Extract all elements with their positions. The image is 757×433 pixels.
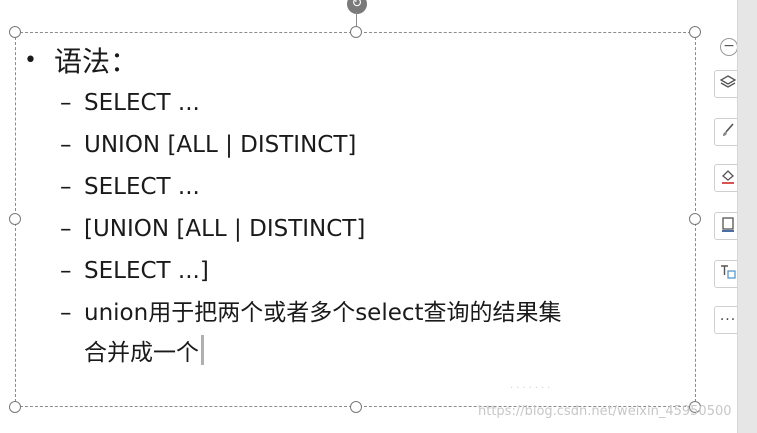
more-icon: ··· — [719, 312, 737, 328]
dash-icon: – — [60, 258, 72, 284]
resize-handle-top-center[interactable] — [350, 26, 362, 38]
brush-icon — [719, 121, 737, 143]
bullet-icon: • — [24, 47, 37, 73]
resize-handle-bottom-left[interactable] — [9, 401, 21, 413]
list-item-text: [UNION [ALL | DISTINCT] — [84, 216, 366, 242]
resize-handle-middle-left[interactable] — [9, 213, 21, 225]
dash-icon: – — [60, 300, 72, 326]
border-icon — [719, 215, 737, 237]
dash-icon: – — [60, 132, 72, 158]
list-item: – UNION [ALL | DISTINCT] — [24, 124, 684, 166]
resize-handle-top-right[interactable] — [689, 26, 701, 38]
dash-icon: – — [60, 90, 72, 116]
sub-list: – SELECT ... – UNION [ALL | DISTINCT] – … — [24, 82, 684, 373]
collapse-toolbar-button[interactable]: − — [720, 38, 738, 56]
list-item-text-multiline: union用于把两个或者多个select查询的结果集 合并成一个 — [84, 292, 684, 373]
list-item-text: SELECT ... — [84, 90, 200, 116]
list-item-text: SELECT ...] — [84, 258, 209, 284]
dash-icon: – — [60, 216, 72, 242]
fill-color-icon — [719, 167, 737, 189]
layers-icon — [719, 73, 737, 95]
list-item: – union用于把两个或者多个select查询的结果集 合并成一个 — [24, 292, 684, 373]
vertical-scrollbar[interactable] — [737, 0, 757, 433]
list-item: – SELECT ...] — [24, 250, 684, 292]
heading-text: 语法： — [54, 45, 139, 78]
grip-dots: ······· — [510, 383, 554, 394]
text-box-content[interactable]: • 语法： – SELECT ... – UNION [ALL | DISTIN… — [24, 38, 684, 373]
list-item-line-1: union用于把两个或者多个select查询的结果集 — [84, 300, 562, 326]
resize-handle-middle-right[interactable] — [689, 213, 701, 225]
resize-handle-bottom-center[interactable] — [350, 401, 362, 413]
list-item-line-2: 合并成一个 — [84, 340, 199, 366]
list-item-text: SELECT ... — [84, 174, 200, 200]
list-item: – SELECT ... — [24, 82, 684, 124]
list-item-text: UNION [ALL | DISTINCT] — [84, 132, 357, 158]
watermark-text: https://blog.csdn.net/weixin_45950500 — [478, 404, 732, 419]
text-box-icon — [719, 263, 737, 285]
list-item: – [UNION [ALL | DISTINCT] — [24, 208, 684, 250]
list-item: – SELECT ... — [24, 166, 684, 208]
slide-canvas: ↻ • 语法： – SELECT ... – UNION [ALL | DIST… — [0, 0, 757, 433]
dash-icon: – — [60, 174, 72, 200]
rotate-handle[interactable]: ↻ — [347, 0, 367, 14]
text-cursor — [201, 335, 204, 365]
bullet-heading: • 语法： — [24, 38, 684, 82]
resize-handle-top-left[interactable] — [9, 26, 21, 38]
